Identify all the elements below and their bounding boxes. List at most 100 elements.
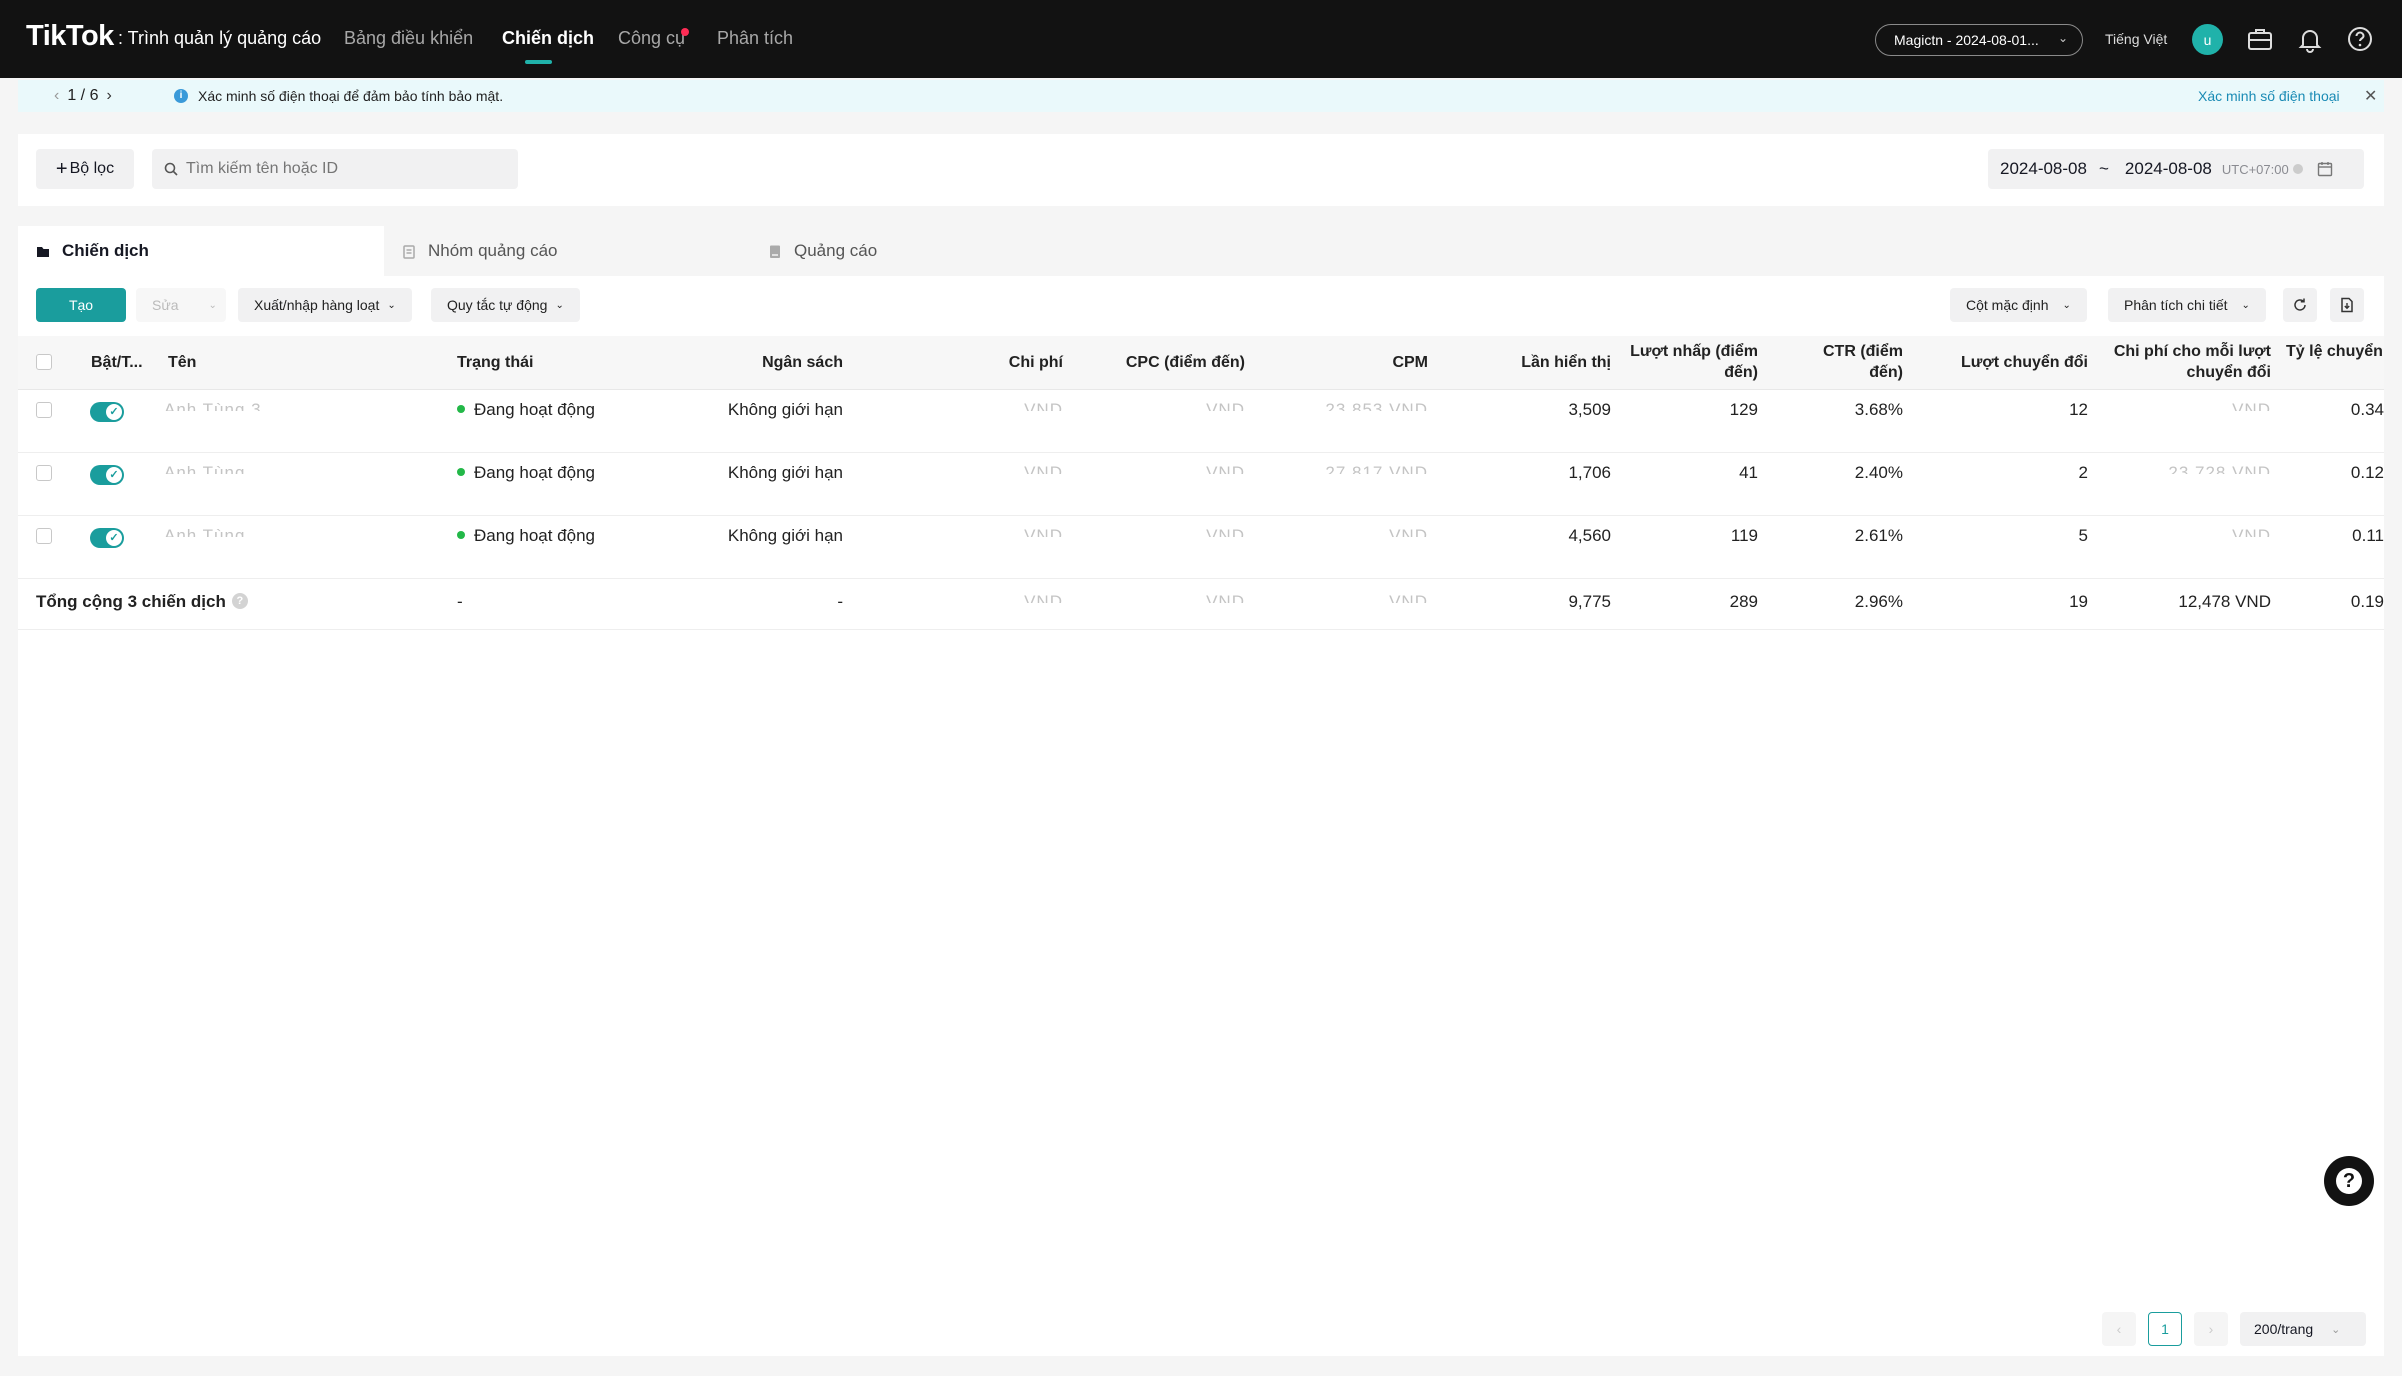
nav-analytics[interactable]: Phân tích: [717, 28, 793, 49]
tab-ad-groups[interactable]: Nhóm quảng cáo: [384, 226, 750, 276]
status-text: Đang hoạt động: [474, 526, 595, 545]
create-button[interactable]: Tạo: [36, 288, 126, 322]
refresh-button[interactable]: [2283, 288, 2317, 322]
impressions-value: 3,509: [1568, 400, 1611, 419]
col-cost-per-conversion[interactable]: Chi phí cho mỗi lượt chuyển đổi: [2108, 336, 2271, 390]
campaign-toggle[interactable]: ✓: [90, 402, 124, 422]
col-impressions[interactable]: Lần hiển thị: [1433, 336, 1611, 390]
cost-per-conversion-value: VND: [2232, 526, 2271, 545]
account-selector[interactable]: Magictn - 2024-08-01... ⌄: [1875, 24, 2083, 56]
search-input[interactable]: [186, 160, 486, 178]
col-cpc[interactable]: CPC (điểm đến): [1068, 336, 1245, 390]
cvr-value: 0.34: [2350, 400, 2384, 419]
chevron-down-icon: ⌄: [2241, 299, 2250, 311]
briefcase-icon[interactable]: [2246, 25, 2274, 53]
check-icon: ✓: [106, 530, 122, 546]
col-budget[interactable]: Ngân sách: [658, 336, 843, 390]
edit-label: Sửa: [152, 297, 179, 313]
info-dot-icon: [2292, 164, 2303, 174]
col-ctr[interactable]: CTR (điểm đến): [1788, 336, 1903, 390]
help-icon[interactable]: [2346, 25, 2374, 53]
col-status[interactable]: Trạng thái: [457, 336, 533, 390]
cost-value: VND: [1024, 400, 1063, 419]
chevron-down-icon: ⌄: [2331, 1323, 2341, 1336]
help-floating-button[interactable]: ?: [2324, 1156, 2374, 1206]
total-row: Tổng cộng 3 chiến dịch? - - VND VND VND …: [18, 576, 2384, 630]
search-icon: [164, 162, 178, 176]
chevron-left-icon[interactable]: ‹: [2102, 1312, 2136, 1346]
export-button[interactable]: [2330, 288, 2364, 322]
bell-icon[interactable]: [2296, 25, 2324, 53]
conversions-value: 5: [2078, 526, 2088, 545]
notice-page: 1 / 6: [67, 87, 99, 104]
page-size-select[interactable]: 200/trang ⌄: [2240, 1312, 2366, 1346]
cost-value: VND: [1024, 463, 1063, 482]
page-size-label: 200/trang: [2254, 1321, 2314, 1337]
export-icon: [2341, 297, 2353, 313]
adgroup-icon: [403, 244, 415, 259]
row-checkbox[interactable]: [36, 402, 52, 418]
search-box: [152, 149, 518, 189]
select-all-checkbox[interactable]: [36, 354, 52, 370]
chevron-right-icon[interactable]: ›: [2194, 1312, 2228, 1346]
nav-dashboard[interactable]: Bảng điều khiển: [344, 28, 473, 49]
budget-value: Không giới hạn: [727, 463, 843, 482]
col-name[interactable]: Tên: [168, 336, 196, 390]
status-badge: Đang hoạt động: [457, 526, 595, 546]
campaign-name[interactable]: Anh Tùng: [164, 463, 245, 474]
table-header: Bật/T... Tên Trạng thái Ngân sách Chi ph…: [18, 336, 2384, 390]
clicks-value: 129: [1729, 400, 1758, 419]
total-cvr: 0.19: [2350, 592, 2384, 611]
conversions-value: 2: [2078, 463, 2088, 482]
col-cvr[interactable]: Tỷ lệ chuyển đổi (CVR): [2286, 336, 2384, 390]
total-label: Tổng cộng 3 chiến dịch?: [36, 592, 248, 612]
chevron-down-icon: ⌄: [208, 299, 217, 311]
question-icon[interactable]: ?: [231, 592, 248, 609]
status-dot: [457, 404, 465, 413]
chevron-left-icon[interactable]: ‹: [54, 87, 59, 104]
col-conversions[interactable]: Lượt chuyển đổi: [1918, 336, 2088, 390]
row-checkbox[interactable]: [36, 528, 52, 544]
col-cost[interactable]: Chi phí: [888, 336, 1063, 390]
impressions-value: 1,706: [1568, 463, 1611, 482]
campaign-toggle[interactable]: ✓: [90, 528, 124, 548]
check-icon: ✓: [106, 404, 122, 420]
table-row: ✓ Anh Tùng Đang hoạt động Không giới hạn…: [18, 516, 2384, 579]
columns-button[interactable]: Cột mặc định ⌄: [1950, 288, 2087, 322]
tab-label: Quảng cáo: [794, 241, 878, 260]
edit-button[interactable]: Sửa ⌄: [136, 288, 226, 322]
status-text: Đang hoạt động: [474, 463, 595, 482]
chevron-right-icon[interactable]: ›: [106, 87, 111, 104]
date-range-picker[interactable]: 2024-08-08 ~ 2024-08-08 UTC+07:00: [1988, 149, 2364, 189]
campaign-toggle[interactable]: ✓: [90, 465, 124, 485]
app-name: : Trình quản lý quảng cáo: [118, 28, 322, 48]
col-cpm[interactable]: CPM: [1248, 336, 1428, 390]
verify-phone-link[interactable]: Xác minh số điện thoại: [2198, 88, 2340, 104]
close-icon[interactable]: ✕: [2364, 86, 2377, 106]
tab-campaigns[interactable]: Chiến dịch: [18, 226, 384, 276]
status-dot: [457, 530, 465, 539]
check-icon: ✓: [106, 467, 122, 483]
col-clicks[interactable]: Lượt nhấp (điểm đến): [1628, 336, 1758, 390]
tab-ads[interactable]: Quảng cáo: [750, 226, 1116, 276]
campaign-name[interactable]: Anh Tùng 3: [164, 400, 262, 411]
status-badge: Đang hoạt động: [457, 400, 595, 420]
campaign-name[interactable]: Anh Tùng: [164, 526, 245, 537]
breakdown-button[interactable]: Phân tích chi tiết ⌄: [2108, 288, 2266, 322]
avatar[interactable]: u: [2192, 24, 2223, 55]
col-toggle[interactable]: Bật/T...: [91, 336, 143, 390]
total-cost: VND: [1024, 592, 1063, 611]
nav-tools[interactable]: Công cụ: [618, 28, 685, 49]
cpm-value: VND: [1389, 526, 1428, 545]
nav-campaigns[interactable]: Chiến dịch: [502, 28, 594, 49]
bulk-label: Xuất/nhập hàng loạt: [254, 297, 380, 313]
language-selector[interactable]: Tiếng Việt: [2105, 31, 2167, 47]
page-number[interactable]: 1: [2148, 1312, 2182, 1346]
bulk-import-export-button[interactable]: Xuất/nhập hàng loạt ⌄: [238, 288, 412, 322]
filter-button[interactable]: + Bộ lọc: [36, 149, 134, 189]
clicks-value: 41: [1739, 463, 1758, 482]
tiktok-logo[interactable]: TikTok: [26, 20, 114, 53]
automated-rules-button[interactable]: Quy tắc tự động ⌄: [431, 288, 580, 322]
plus-icon: +: [55, 157, 68, 180]
row-checkbox[interactable]: [36, 465, 52, 481]
